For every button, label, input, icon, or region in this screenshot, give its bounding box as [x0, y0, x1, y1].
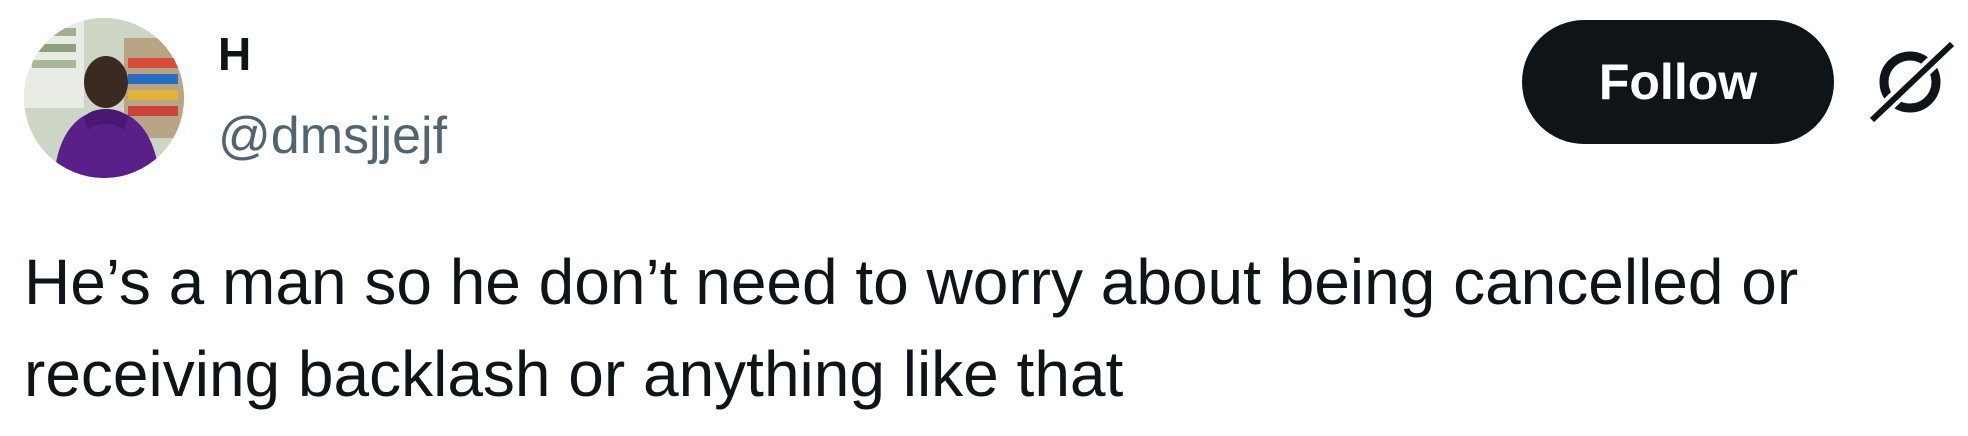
author-display-name[interactable]: H: [218, 22, 251, 86]
grok-logo-svg: [1869, 40, 1955, 123]
author-avatar[interactable]: [24, 18, 184, 178]
author-handle[interactable]: @dmsjjejf: [218, 104, 447, 168]
follow-button[interactable]: Follow: [1522, 20, 1834, 144]
tweet-card: H @dmsjjejf Follow He’s a man so he don’…: [0, 0, 1968, 436]
avatar-photo-icon: [24, 18, 184, 178]
grok-logo-icon[interactable]: [1862, 34, 1958, 130]
tweet-text: He’s a man so he don’t need to worry abo…: [24, 246, 1799, 410]
